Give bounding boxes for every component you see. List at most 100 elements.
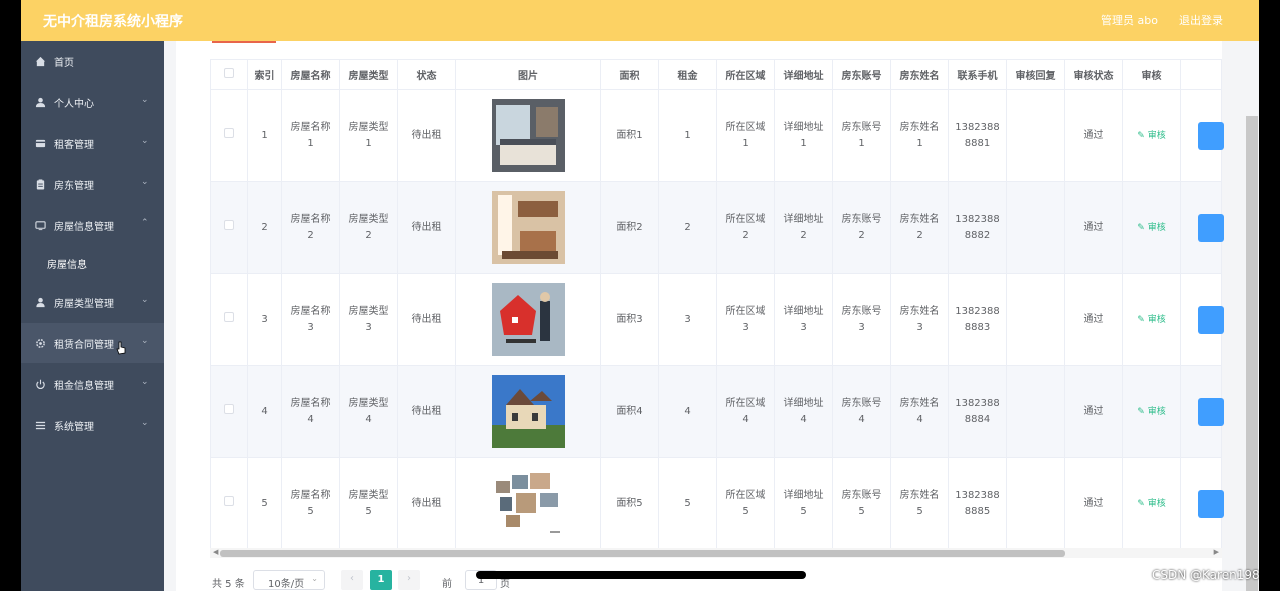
edit-icon: ✎ [1137,498,1145,509]
sidebar-item-home[interactable]: 首页 [21,41,164,81]
landlord-name-cell: 房东姓名 1 [890,89,949,182]
audit-button[interactable]: ✎ 审核 [1137,223,1165,233]
cell-text-line: 4 [858,413,865,425]
sidebar-item-rent-info-management[interactable]: 租金信息管理 ⌄ [21,364,164,404]
audit-cell: ✎ 审核 [1122,89,1181,182]
chevron-down-icon: ⌄ [141,177,149,187]
table-header-row: 索引 房屋名称 房屋类型 状态 图片 面积 租金 所在区域 详细地址 房东账号 … [210,59,1222,90]
next-page-button[interactable]: › [398,570,420,590]
row-checkbox[interactable] [224,127,234,138]
row-select-cell[interactable] [210,457,248,550]
audit-button[interactable]: ✎ 审核 [1137,407,1165,417]
row-select-cell[interactable] [210,365,248,458]
cell-text-line: 3 [916,321,923,333]
horizontal-scrollbar[interactable]: ◀ ▶ [210,548,1222,558]
edit-icon: ✎ [1137,222,1145,233]
cell-text-line: 房屋名称 [290,489,331,501]
chevron-down-icon: ⌄ [141,95,149,105]
column-header: 租金 [658,59,717,90]
house-type-cell: 房屋类型 2 [339,181,398,274]
audit-reply-cell [1006,273,1065,366]
select-all-cell[interactable] [210,59,248,90]
index-cell: 1 [247,89,282,182]
page-number-current[interactable]: 1 [370,570,392,590]
accent-strip [212,41,276,43]
detail-button[interactable] [1198,213,1224,242]
cell-text: 通过 [1083,497,1104,509]
index-cell: 4 [247,365,282,458]
action-cell [1180,181,1224,274]
landlord-account-cell: 房东账号 2 [832,181,891,274]
row-checkbox[interactable] [224,219,234,230]
column-header: 审核回复 [1006,59,1065,90]
area-cell: 面积5 [600,457,659,550]
cell-text-line: 所在区域 [725,213,766,225]
landlord-account-cell: 房东账号 3 [832,273,891,366]
sidebar-item-house-type-management[interactable]: 房屋类型管理 ⌄ [21,282,164,322]
audit-button[interactable]: ✎ 审核 [1137,131,1165,141]
cell-text-line: 所在区域 [725,489,766,501]
audit-cell: ✎ 审核 [1122,457,1181,550]
audit-button[interactable]: ✎ 审核 [1137,499,1165,509]
row-select-cell[interactable] [210,89,248,182]
chevron-down-icon: ⌄ [141,418,149,428]
rent-cell: 1 [658,89,717,182]
page-size-select[interactable]: 10条/页 ⌄ [253,570,325,590]
cell-text-line: 房屋名称 [290,121,331,133]
sidebar-item-system-management[interactable]: 系统管理 ⌄ [21,405,164,445]
house-name-cell: 房屋名称 1 [281,89,340,182]
audit-label: 审核 [1147,130,1166,141]
prev-page-button[interactable]: ‹ [341,570,363,590]
region-cell: 所在区域 4 [716,365,775,458]
sidebar-item-tenant-management[interactable]: 租客管理 ⌄ [21,123,164,163]
table-row: 4 房屋名称 4 房屋类型 4 待出租 面积4 4 所在区域 4 详细地址 4 房东账号 4 房东姓名 4 13… [210,365,1224,458]
sidebar-item-label: 租赁合同管理 [54,340,114,351]
house-name-cell: 房屋名称 5 [281,457,340,550]
cell-text-line: 3 [307,321,314,333]
sidebar-item-lease-contract-management[interactable]: 租赁合同管理 ⌄ [21,323,164,363]
cell-text: 2 [261,221,268,233]
index-cell: 3 [247,273,282,366]
sidebar-item-house-info[interactable]: 房屋信息 [21,243,164,283]
sidebar-item-label: 首页 [54,58,74,69]
detail-button[interactable] [1198,305,1224,334]
region-cell: 所在区域 2 [716,181,775,274]
index-cell: 5 [247,457,282,550]
detail-button[interactable] [1198,121,1224,150]
sidebar-item-label: 租客管理 [54,140,94,151]
admin-username[interactable]: 管理员 abo [1101,12,1158,28]
cell-text-line: 房东账号 [841,397,882,409]
monitor-icon [35,221,46,231]
scroll-right-icon[interactable]: ▶ [1214,548,1219,556]
row-select-cell[interactable] [210,273,248,366]
scroll-left-icon[interactable]: ◀ [213,548,218,556]
scrollbar-thumb[interactable] [220,550,1065,557]
cell-text-line: 5 [800,505,807,517]
row-checkbox[interactable] [224,311,234,322]
row-checkbox[interactable] [224,403,234,414]
vertical-scrollbar[interactable] [1246,116,1258,591]
sidebar-item-personal-center[interactable]: 个人中心 ⌄ [21,82,164,122]
rent-cell: 5 [658,457,717,550]
cell-text-line: 房屋类型 [348,305,389,317]
sidebar-item-house-info-management[interactable]: 房屋信息管理 ⌃ [21,205,164,245]
status-cell: 待出租 [397,365,456,458]
cell-text-line: 2 [742,229,749,241]
row-select-cell[interactable] [210,181,248,274]
user-icon [35,97,46,108]
area-cell: 面积3 [600,273,659,366]
cell-text-line: 4 [916,413,923,425]
detail-button[interactable] [1198,397,1224,426]
select-all-checkbox[interactable] [224,68,234,78]
detail-button[interactable] [1198,489,1224,518]
cell-text: 面积2 [616,221,643,233]
audit-button[interactable]: ✎ 审核 [1137,315,1165,325]
row-checkbox[interactable] [224,495,234,506]
cell-text-line: 1382388 [955,305,1000,317]
sidebar-item-landlord-management[interactable]: 房东管理 ⌄ [21,164,164,204]
logout-link[interactable]: 退出登录 [1179,12,1223,28]
phone-cell: 1382388 8884 [948,365,1007,458]
cell-text: 待出租 [411,313,442,325]
column-header: 所在区域 [716,59,775,90]
cell-text: 面积5 [616,497,643,509]
